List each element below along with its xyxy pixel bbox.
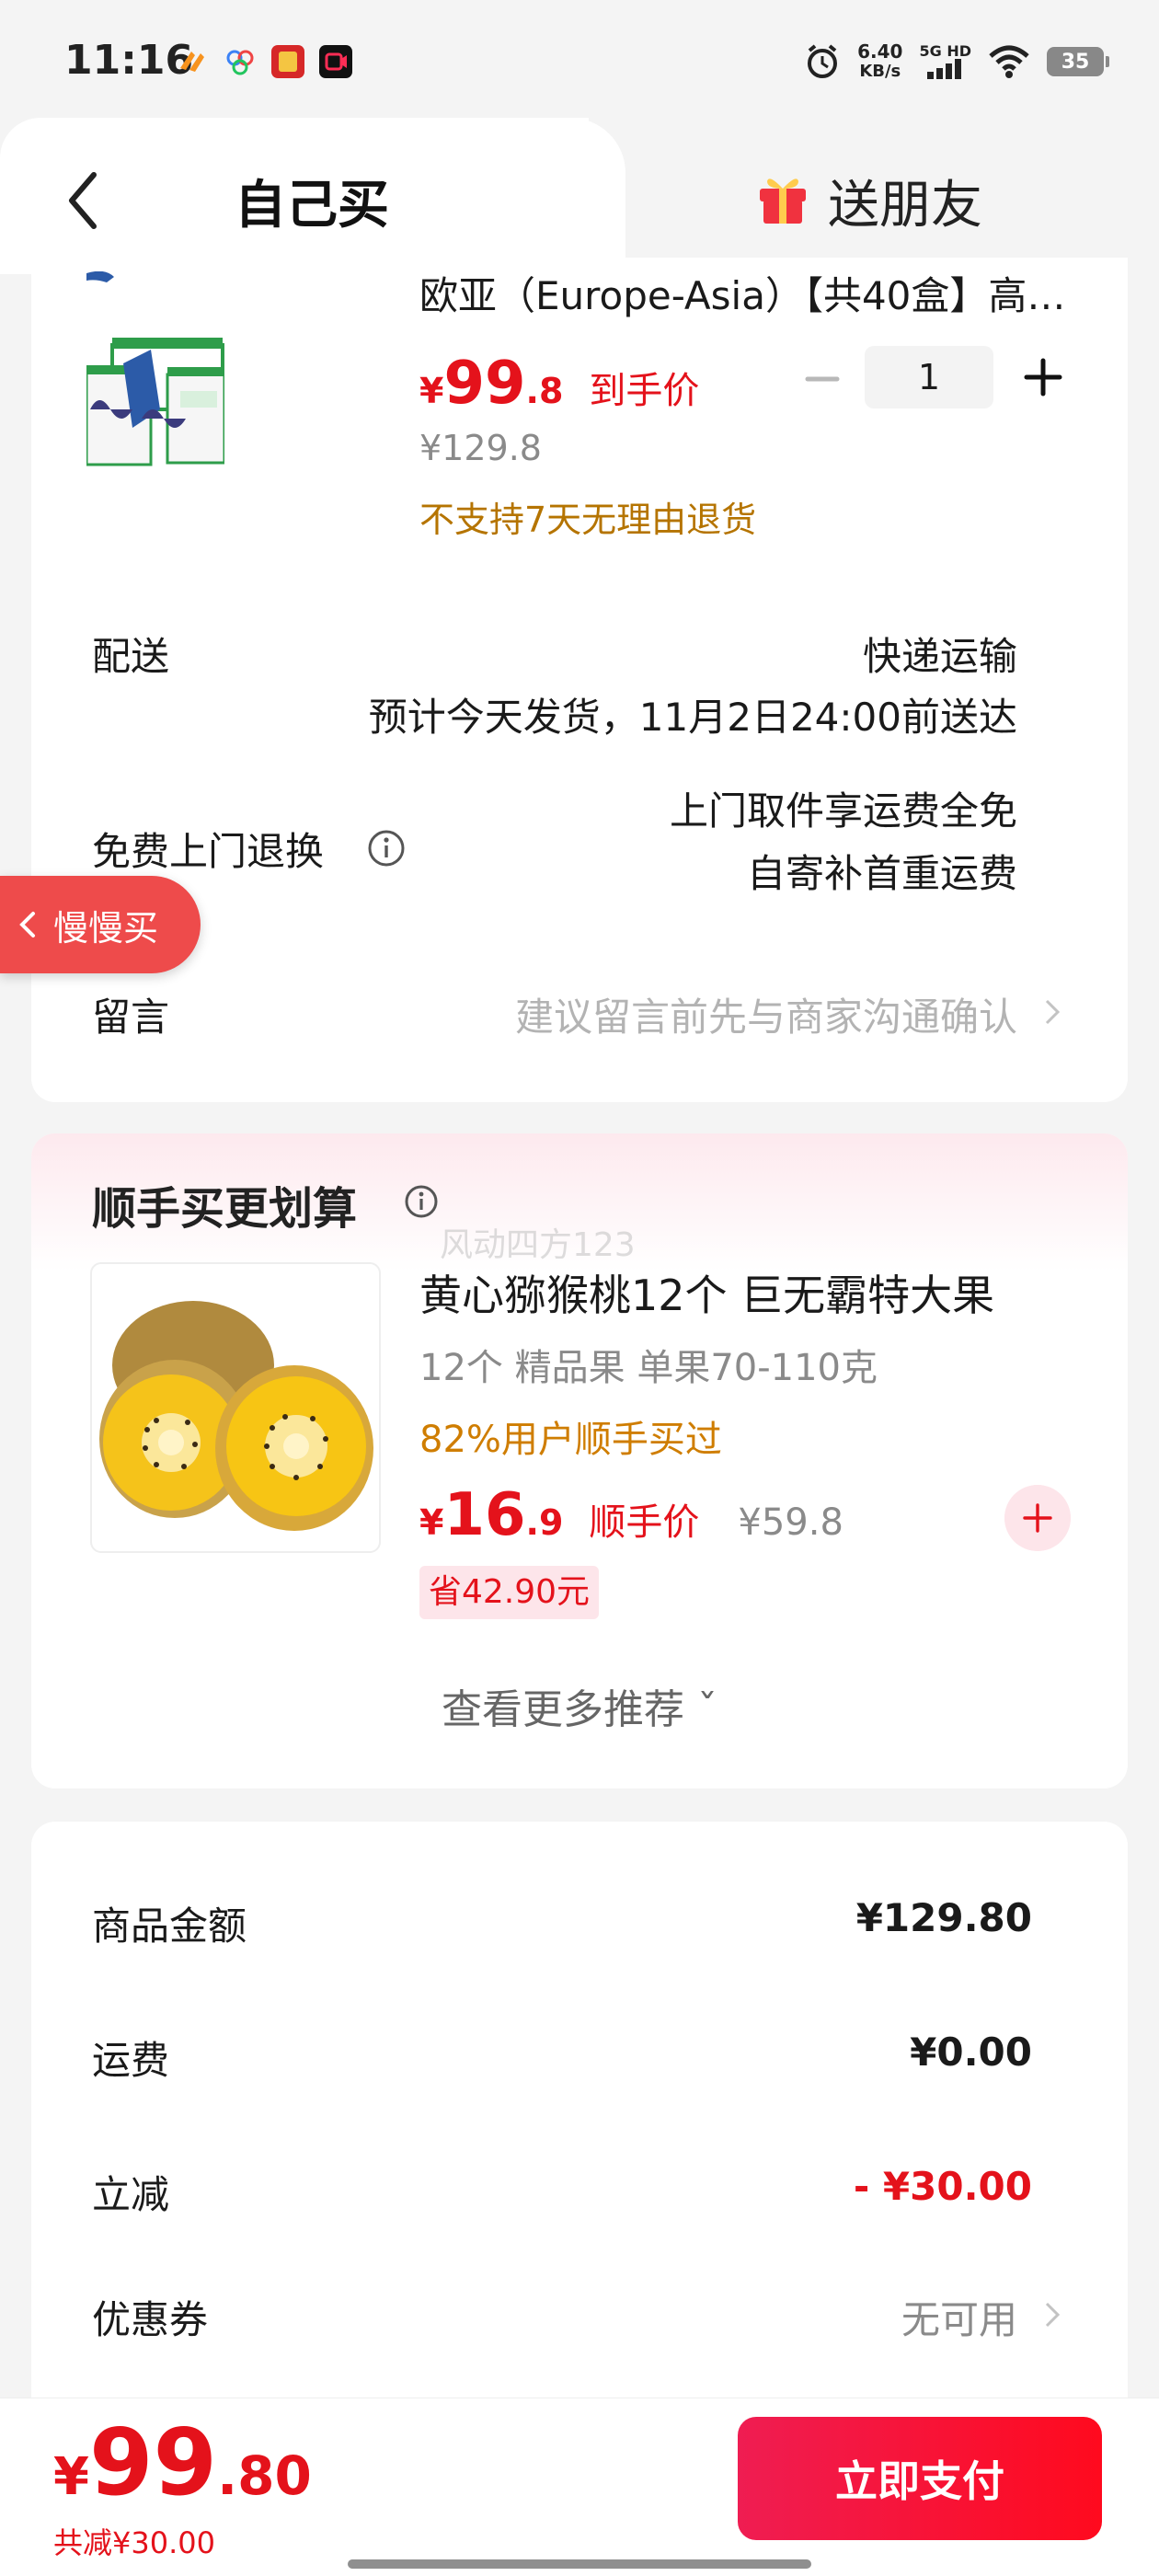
network-speed-value: 6.40: [857, 40, 903, 63]
price-integer: 16: [443, 1481, 526, 1549]
order-card: 欧亚（Europe-Asia）【共40盒】高… ¥ 99 .8 到手价 ¥129…: [31, 258, 1128, 1102]
total-price: ¥ 99 .80: [53, 2417, 312, 2509]
product-image[interactable]: [86, 271, 224, 492]
slow-buy-label: 慢慢买: [53, 907, 159, 949]
checkout-bar: ¥ 99 .80 共减¥30.00 立即支付: [0, 2398, 1159, 2576]
price-currency: ¥: [419, 371, 444, 411]
shipping-fee-value: ¥0.00: [910, 2030, 1032, 2075]
delivery-label: 配送: [92, 634, 170, 679]
savings-badge: 省42.90元: [419, 1566, 600, 1619]
coupon-label: 优惠券: [92, 2297, 209, 2342]
info-icon[interactable]: [403, 1183, 440, 1220]
shipping-fee-label: 运费: [92, 2038, 170, 2083]
message-label: 留言: [92, 995, 170, 1040]
delivery-eta: 预计今天发货，11月2日24:00前送达: [368, 695, 1017, 740]
recommended-product-price: ¥ 16 .9 顺手价 ¥59.8: [419, 1481, 843, 1549]
recommended-product-image[interactable]: [90, 1262, 381, 1553]
recommended-product-name[interactable]: 黄心猕猴桃12个 巨无霸特大果: [419, 1262, 994, 1323]
app-notification-icon: [180, 52, 204, 72]
signal-bars-icon: [926, 59, 961, 79]
price-decimal: .9: [525, 1502, 564, 1543]
price-decimal: .8: [525, 371, 564, 411]
chevron-right-icon[interactable]: [1043, 994, 1061, 1030]
price-currency: ¥: [419, 1502, 444, 1543]
status-indicators: 6.40 KB/s 5G HD 35: [804, 39, 1109, 85]
price-label: 顺手价: [589, 1501, 700, 1544]
recommendation-card: 顺手买更划算 风动四方123 黄心猕猴桃12个 巨无霸特大果 12个 精品果 单…: [31, 1133, 1128, 1788]
coupon-value[interactable]: 无可用: [901, 2289, 1017, 2345]
gift-icon: [760, 178, 806, 224]
quantity-increase-button[interactable]: [1016, 350, 1071, 405]
purchase-mode-tabs: 自己买 送朋友: [0, 118, 1159, 274]
see-more-recommendations[interactable]: 查看更多推荐 ˇ: [31, 1676, 1128, 1735]
original-price: ¥129.8: [419, 428, 542, 468]
free-return-pickup: 上门取件享运费全免: [669, 788, 1017, 834]
add-to-order-button[interactable]: [1004, 1485, 1071, 1551]
quantity-value[interactable]: 1: [865, 346, 993, 408]
total-decimal: .80: [217, 2444, 312, 2507]
recommended-product-spec: 12个 精品果 单果70-110克: [419, 1347, 878, 1389]
kiwi-fruit-image: [99, 1301, 373, 1531]
price-label: 到手价: [589, 370, 700, 412]
network-type: 5G HD: [919, 42, 971, 60]
battery-level: 35: [1061, 50, 1090, 74]
message-input[interactable]: 建议留言前先与商家沟通确认: [515, 986, 1017, 1042]
watermark: 风动四方123: [440, 1226, 636, 1264]
back-icon[interactable]: [64, 164, 101, 237]
return-policy-note: 不支持7天无理由退货: [419, 500, 757, 540]
total-currency: ¥: [53, 2447, 89, 2507]
instant-discount-value: - ¥30.00: [853, 2164, 1032, 2209]
chevron-right-icon[interactable]: [1043, 2296, 1061, 2333]
instant-discount-label: 立减: [92, 2172, 170, 2217]
battery-icon: 35: [1047, 47, 1109, 76]
total-discount: 共减¥30.00: [53, 2525, 215, 2560]
total-integer: 99: [88, 2409, 218, 2516]
status-bar: 11:16 6.40 KB/s 5G HD 35: [0, 0, 1159, 120]
network-speed: 6.40 KB/s: [857, 40, 903, 82]
quantity-decrease-button[interactable]: [795, 351, 850, 407]
cellular-signal: 5G HD: [919, 44, 971, 79]
goods-amount-value: ¥129.80: [855, 1895, 1032, 1940]
tab-send-friend-label[interactable]: 送朋友: [828, 164, 982, 238]
price-integer: 99: [443, 350, 526, 418]
network-speed-unit: KB/s: [859, 62, 901, 81]
chevron-left-icon: [19, 912, 35, 937]
app-notification-icon: [226, 50, 254, 75]
recommended-product-stat: 82%用户顺手买过: [419, 1419, 722, 1461]
product-title[interactable]: 欧亚（Europe-Asia）【共40盒】高…: [419, 265, 1100, 321]
tab-buy-self-label[interactable]: 自己买: [235, 164, 389, 238]
home-indicator[interactable]: [348, 2559, 811, 2569]
product-price: ¥ 99 .8 到手价: [419, 350, 699, 418]
price-summary-card: 商品金额 ¥129.80 运费 ¥0.00 立减 - ¥30.00 优惠券 无可…: [31, 1822, 1128, 2410]
pay-now-button[interactable]: 立即支付: [738, 2417, 1102, 2540]
recommendation-title: 顺手买更划算: [92, 1183, 358, 1235]
wifi-icon: [989, 45, 1029, 78]
info-icon[interactable]: [366, 828, 407, 868]
slow-buy-button[interactable]: 慢慢买: [0, 876, 201, 973]
alarm-icon: [808, 44, 838, 78]
delivery-method: 快递运输: [862, 634, 1017, 679]
free-return-label: 免费上门退换: [92, 829, 325, 874]
free-return-self-ship: 自寄补首重运费: [746, 851, 1017, 896]
app-notification-icon: [319, 45, 352, 78]
goods-amount-label: 商品金额: [92, 1903, 247, 1949]
original-price: ¥59.8: [738, 1501, 843, 1544]
app-notification-icon: [271, 45, 304, 78]
